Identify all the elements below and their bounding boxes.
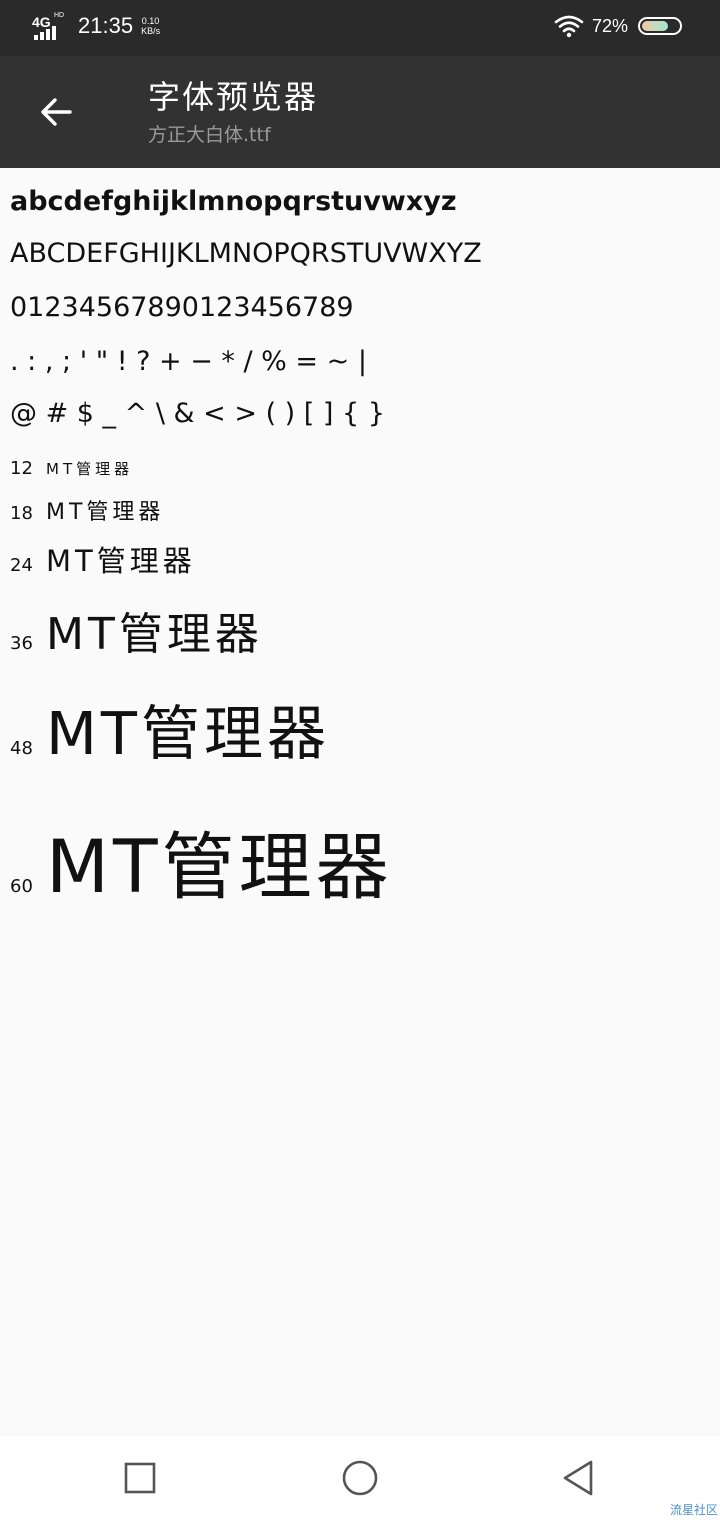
speed-value: 0.10 xyxy=(141,16,160,26)
circle-icon xyxy=(342,1460,378,1496)
size-sample-text: MT管理器 xyxy=(46,825,393,910)
size-label: 36 xyxy=(10,633,33,654)
recents-button[interactable] xyxy=(116,1454,164,1502)
watermark: 流星社区 xyxy=(669,1503,718,1517)
font-file-name: 方正大白体.ttf xyxy=(148,124,271,146)
size-sample-text: MT管理器 xyxy=(46,460,134,478)
navigation-bar: 流星社区 xyxy=(0,1436,720,1520)
app-bar: 字体预览器 方正大白体.ttf xyxy=(0,56,720,168)
size-label: 60 xyxy=(10,876,33,897)
punctuation-sample-2: @ # $ _ ^ \ & < > ( ) [ ] { } xyxy=(10,398,385,429)
status-time: 21:35 xyxy=(78,13,134,38)
speed-unit: KB/s xyxy=(141,26,161,36)
size-row-36: 36 MT管理器 xyxy=(10,598,263,662)
size-label: 18 xyxy=(10,503,33,524)
back-button[interactable] xyxy=(28,84,84,140)
page-title: 字体预览器 xyxy=(148,78,319,116)
network-indicator: 4G HD xyxy=(32,12,66,42)
battery-percent: 72% xyxy=(591,15,628,36)
size-row-60: 60 MT管理器 xyxy=(10,808,393,914)
status-left: 4G HD 21:35 0.10 KB/s xyxy=(32,12,160,42)
signal-icon xyxy=(34,26,56,40)
size-label: 24 xyxy=(10,555,33,576)
size-row-24: 24 MT管理器 xyxy=(10,538,196,580)
size-row-18: 18 MT管理器 xyxy=(10,494,164,526)
network-suffix: HD xyxy=(54,12,65,19)
home-button[interactable] xyxy=(336,1454,384,1502)
network-speed: 0.10 KB/s xyxy=(141,16,160,36)
status-right: 72% xyxy=(554,14,682,38)
size-row-48: 48 MT管理器 xyxy=(10,686,330,771)
size-sample-text: MT管理器 xyxy=(46,609,263,660)
lowercase-sample: abcdefghijklmnopqrstuvwxyz xyxy=(10,186,457,217)
size-label: 12 xyxy=(10,458,33,479)
size-label: 48 xyxy=(10,738,33,759)
system-back-button[interactable] xyxy=(554,1454,602,1502)
wifi-icon xyxy=(554,15,584,38)
size-sample-text: MT管理器 xyxy=(46,500,165,525)
size-sample-text: MT管理器 xyxy=(46,699,330,768)
size-row-12: 12 MT管理器 xyxy=(10,458,133,479)
uppercase-sample: ABCDEFGHIJKLMNOPQRSTUVWXYZ xyxy=(10,238,482,269)
size-sample-text: MT管理器 xyxy=(46,544,196,578)
digits-sample: 01234567890123456789 xyxy=(10,292,354,323)
battery-fill xyxy=(642,21,668,31)
battery-icon xyxy=(638,17,682,35)
punctuation-sample-1: . : , ; ' " ! ? + − * / % = ~ | xyxy=(10,346,367,377)
status-bar: 4G HD 21:35 0.10 KB/s 72% xyxy=(0,0,720,56)
square-icon xyxy=(124,1462,156,1494)
triangle-back-icon xyxy=(563,1460,593,1496)
arrow-left-icon xyxy=(41,98,72,126)
